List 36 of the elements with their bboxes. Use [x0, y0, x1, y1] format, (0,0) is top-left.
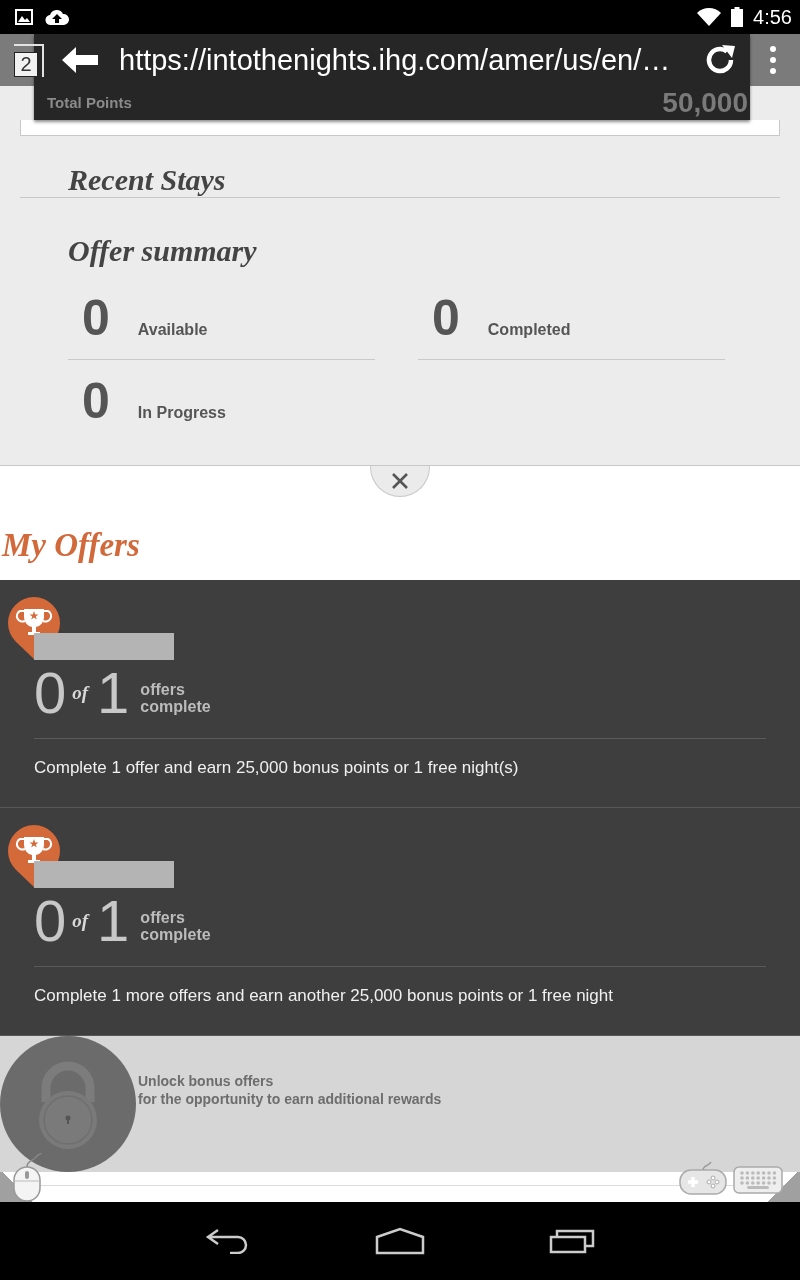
stat-count: 0 — [82, 372, 110, 431]
menu-icon[interactable] — [770, 45, 776, 75]
offers-complete-caption: offers complete — [140, 681, 211, 715]
close-icon — [391, 472, 409, 490]
picture-icon — [15, 9, 33, 25]
recent-apps-icon[interactable] — [549, 1228, 595, 1254]
of-word: of — [72, 682, 89, 704]
of-word: of — [72, 910, 89, 932]
home-icon[interactable] — [375, 1227, 425, 1255]
unlock-title: Unlock bonus offers — [138, 1072, 274, 1090]
stat-label: In Progress — [137, 404, 226, 422]
completed-count: 0 — [34, 664, 67, 722]
unlock-subtitle: for the opportunity to earn additional rewards — [138, 1090, 442, 1108]
mouse-icon[interactable] — [10, 1152, 44, 1202]
url-field[interactable]: https://intothenights.ihg.com/amer/us/en/… — [119, 42, 671, 78]
stat-count: 0 — [432, 289, 460, 348]
battery-icon — [731, 7, 744, 27]
status-time: 4:56 — [753, 5, 792, 29]
stat-label: Completed — [487, 321, 571, 339]
offer-description: Complete 1 offer and earn 25,000 bonus points or 1 free night(s) — [34, 757, 519, 779]
total-count: 1 — [97, 892, 130, 950]
offer-summary-title: Offer summary — [68, 234, 257, 268]
points-label: Total Points — [47, 93, 132, 113]
completed-count: 0 — [34, 892, 67, 950]
total-count: 1 — [97, 664, 130, 722]
stat-label: Available — [137, 321, 208, 339]
offers-complete-caption: offers complete — [140, 909, 211, 943]
points-value: 50,000 — [662, 87, 748, 119]
offer-description: Complete 1 more offers and earn another 25,000 bonus points or 1 free night — [34, 985, 613, 1007]
stat-count: 0 — [82, 289, 110, 348]
wifi-icon — [697, 8, 722, 26]
close-button[interactable] — [370, 466, 430, 497]
my-offers-title: My Offers — [0, 526, 140, 564]
back-arrow-icon[interactable] — [62, 47, 98, 73]
cloud-upload-icon — [45, 8, 69, 26]
recent-stays-title: Recent Stays — [68, 163, 226, 197]
